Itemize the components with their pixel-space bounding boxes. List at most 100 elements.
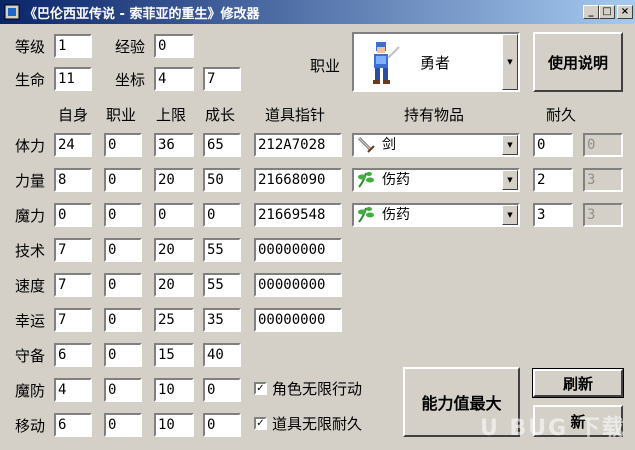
item-max-durability-2: 3 [583, 168, 623, 192]
minimize-button[interactable]: _ [583, 5, 599, 19]
header-pointer: 道具指针 [265, 106, 326, 124]
sword-icon [357, 136, 375, 153]
item-name-1: 剑 [382, 137, 396, 153]
stat-limit-field[interactable]: 10 [154, 413, 194, 437]
stat-job-field[interactable]: 0 [104, 203, 142, 227]
stat-growth-field[interactable]: 35 [203, 308, 241, 332]
item-durability-2[interactable]: 2 [533, 168, 573, 192]
stat-pointer-field[interactable]: 00000000 [254, 273, 342, 297]
stat-label: 速度 [15, 277, 46, 295]
stat-self-field[interactable]: 4 [54, 378, 92, 402]
infinite-action-label: 角色无限行动 [272, 380, 363, 398]
job-select[interactable]: 勇者 ▼ [352, 32, 520, 92]
stat-limit-field[interactable]: 25 [154, 308, 194, 332]
hp-label: 生命 [15, 71, 46, 89]
stat-self-field[interactable]: 6 [54, 343, 92, 367]
header-job: 职业 [106, 106, 137, 124]
item-durability-1[interactable]: 0 [533, 133, 573, 157]
stat-job-field[interactable]: 0 [104, 378, 142, 402]
hero-sprite-icon [373, 42, 400, 84]
exp-field[interactable]: 0 [154, 34, 194, 58]
item-select-2[interactable]: 伤药 ▼ [352, 168, 520, 192]
stat-label: 守备 [15, 347, 46, 365]
stat-limit-field[interactable]: 10 [154, 378, 194, 402]
job-value: 勇者 [420, 54, 451, 72]
stat-label: 移动 [15, 417, 46, 435]
item-dropdown-arrow-1[interactable]: ▼ [502, 135, 518, 155]
stat-limit-field[interactable]: 20 [154, 273, 194, 297]
stat-job-field[interactable]: 0 [104, 343, 142, 367]
watermark: U BUG 下载 [480, 416, 626, 441]
stat-label: 魔防 [15, 382, 46, 400]
hp-field[interactable]: 11 [54, 67, 92, 91]
herb-icon [358, 207, 374, 223]
stat-limit-field[interactable]: 20 [154, 238, 194, 262]
stat-pointer-field[interactable]: 00000000 [254, 308, 342, 332]
help-button[interactable]: 使用说明 [533, 32, 623, 92]
stat-growth-field[interactable]: 65 [203, 133, 241, 157]
level-label: 等级 [15, 38, 46, 56]
stat-job-field[interactable]: 0 [104, 273, 142, 297]
stat-job-field[interactable]: 0 [104, 168, 142, 192]
stat-label: 体力 [15, 137, 46, 155]
stat-growth-field[interactable]: 55 [203, 273, 241, 297]
item-max-durability-3: 3 [583, 203, 623, 227]
herb-icon [358, 172, 374, 188]
item-max-durability-1: 0 [583, 133, 623, 157]
header-items: 持有物品 [404, 106, 465, 124]
stat-limit-field[interactable]: 20 [154, 168, 194, 192]
stat-growth-field[interactable]: 55 [203, 238, 241, 262]
coord-x-field[interactable]: 4 [154, 67, 194, 91]
infinite-action-checkbox[interactable]: ✓ [254, 382, 267, 395]
stat-growth-field[interactable]: 0 [203, 378, 241, 402]
stat-limit-field[interactable]: 0 [154, 203, 194, 227]
refresh-button[interactable]: 刷新 [532, 368, 624, 398]
coord-label: 坐标 [115, 71, 146, 89]
stat-job-field[interactable]: 0 [104, 133, 142, 157]
item-name-3: 伤药 [382, 207, 410, 223]
stat-label: 魔力 [15, 207, 46, 225]
item-name-2: 伤药 [382, 172, 410, 188]
infinite-durability-checkbox[interactable]: ✓ [254, 417, 267, 430]
stat-limit-field[interactable]: 36 [154, 133, 194, 157]
stat-job-field[interactable]: 0 [104, 238, 142, 262]
maximize-button[interactable]: □ [599, 5, 615, 19]
item-select-1[interactable]: 剑 ▼ [352, 133, 520, 157]
job-dropdown-arrow[interactable]: ▼ [502, 34, 518, 90]
item-dropdown-arrow-2[interactable]: ▼ [502, 170, 518, 190]
stat-growth-field[interactable]: 0 [203, 413, 241, 437]
stat-label: 幸运 [15, 312, 46, 330]
stat-pointer-field[interactable]: 00000000 [254, 238, 342, 262]
app-icon [4, 4, 20, 20]
header-limit: 上限 [156, 106, 187, 124]
stat-label: 力量 [15, 172, 46, 190]
close-button[interactable]: × [617, 5, 633, 19]
stat-growth-field[interactable]: 0 [203, 203, 241, 227]
item-durability-3[interactable]: 3 [533, 203, 573, 227]
stat-job-field[interactable]: 0 [104, 413, 142, 437]
header-durability: 耐久 [546, 106, 577, 124]
item-select-3[interactable]: 伤药 ▼ [352, 203, 520, 227]
stat-self-field[interactable]: 7 [54, 273, 92, 297]
coord-y-field[interactable]: 7 [203, 67, 241, 91]
stat-pointer-field[interactable]: 212A7028 [254, 133, 342, 157]
stat-growth-field[interactable]: 50 [203, 168, 241, 192]
level-field[interactable]: 1 [54, 34, 92, 58]
infinite-durability-label: 道具无限耐久 [272, 415, 363, 433]
stat-job-field[interactable]: 0 [104, 308, 142, 332]
stat-self-field[interactable]: 24 [54, 133, 92, 157]
stat-label: 技术 [15, 242, 46, 260]
stat-self-field[interactable]: 7 [54, 308, 92, 332]
stat-pointer-field[interactable]: 21668090 [254, 168, 342, 192]
stat-limit-field[interactable]: 15 [154, 343, 194, 367]
stat-self-field[interactable]: 7 [54, 238, 92, 262]
header-self: 自身 [58, 106, 89, 124]
item-dropdown-arrow-3[interactable]: ▼ [502, 205, 518, 225]
stat-self-field[interactable]: 0 [54, 203, 92, 227]
stat-self-field[interactable]: 8 [54, 168, 92, 192]
job-label: 职业 [310, 57, 341, 75]
window-title: 《巴伦西亚传说 - 索菲亚的重生》修改器 [24, 7, 260, 22]
stat-self-field[interactable]: 6 [54, 413, 92, 437]
stat-pointer-field[interactable]: 21669548 [254, 203, 342, 227]
stat-growth-field[interactable]: 40 [203, 343, 241, 367]
